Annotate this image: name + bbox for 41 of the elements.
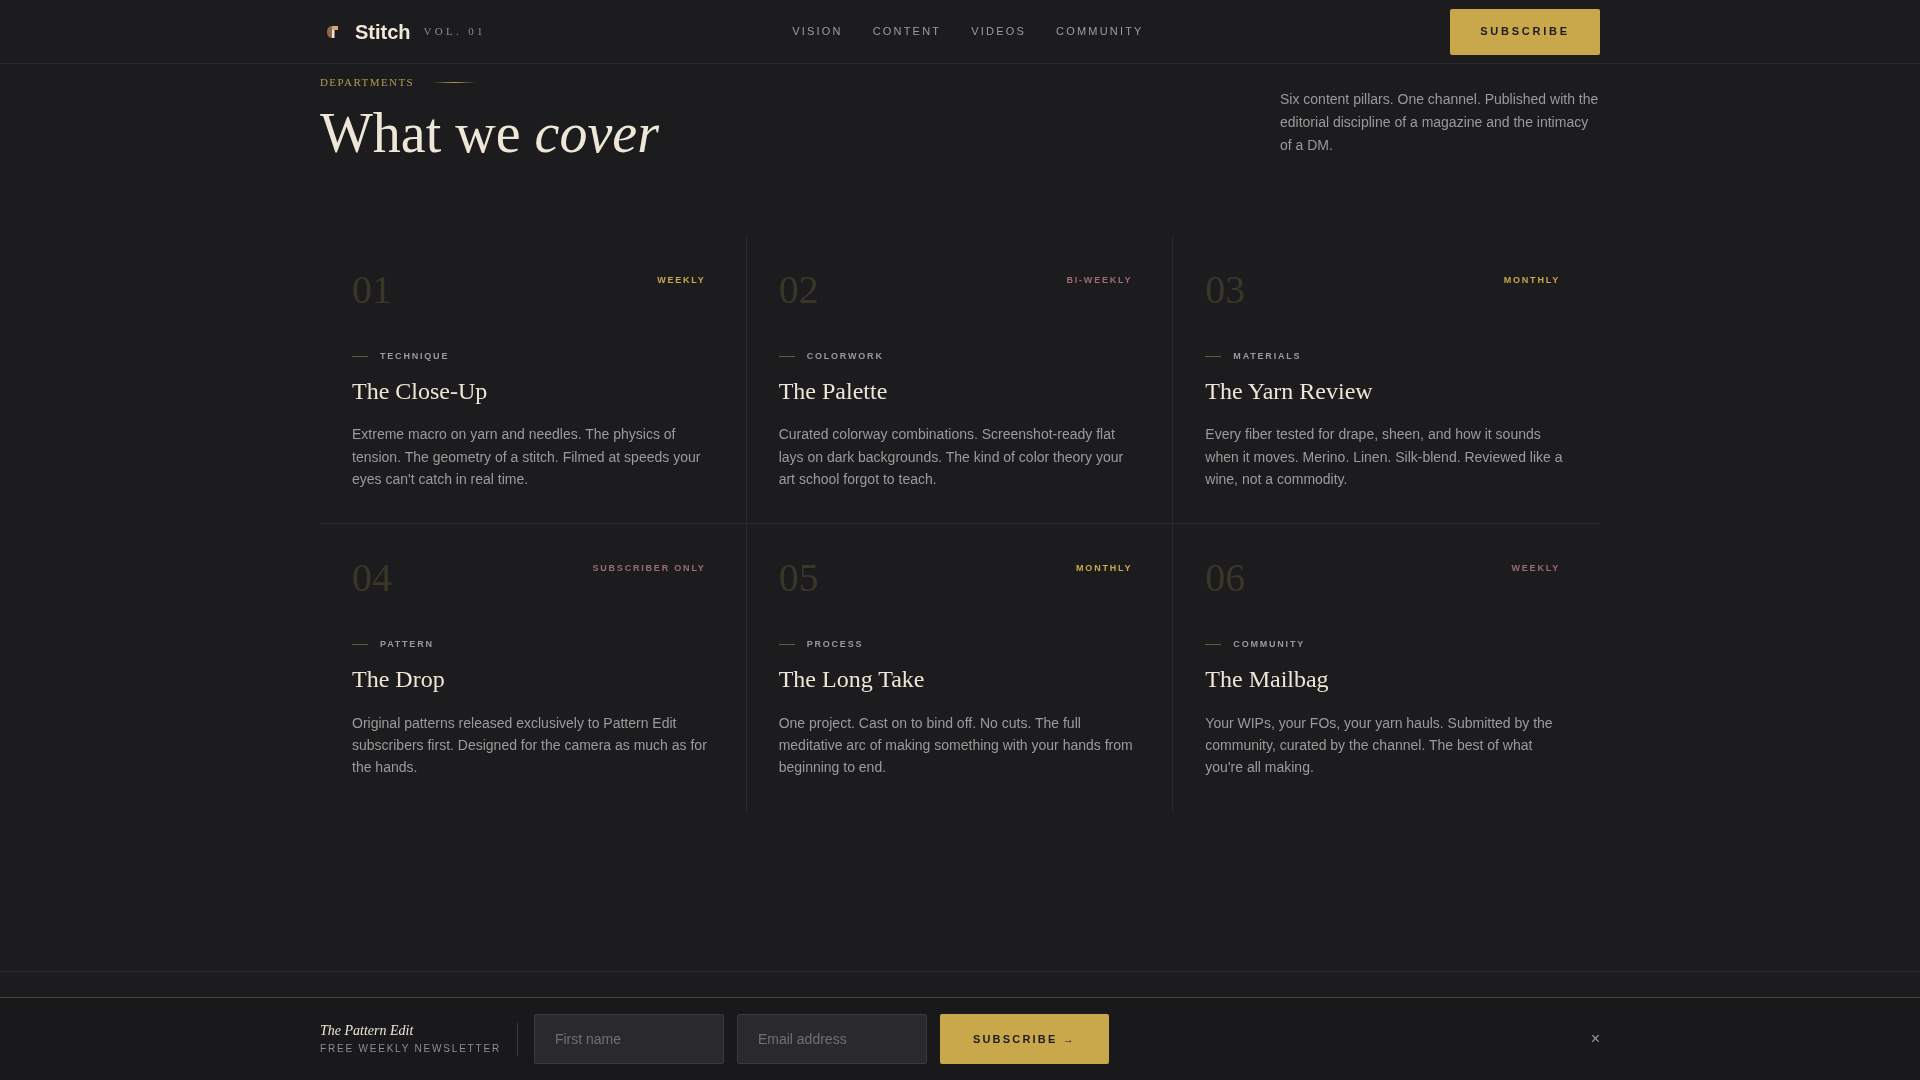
- department-description: Original patterns released exclusively to Pattern Edit subscribers first. Designed for the camera as much as for the hands.: [352, 713, 708, 778]
- department-title: The Close-Up: [352, 377, 489, 406]
- department-title: The Palette: [778, 377, 889, 406]
- department-title: The Drop: [352, 665, 446, 695]
- section-eyebrow: DEPARTMENTS: [320, 75, 415, 90]
- department-title: The Long Take: [778, 665, 926, 695]
- department-description: Every fiber tested for drape, sheen, and how it sounds when it moves. Merino. Linen. Silk-blend. Reviewed like a wine, not a commodity.: [1205, 425, 1564, 489]
- category-label: COLORWORK: [806, 350, 884, 363]
- close-button[interactable]: ×: [1590, 1031, 1600, 1047]
- nav-link[interactable]: COMMUNITY: [1056, 26, 1144, 37]
- newsletter-subtitle: FREE WEEKLY NEWSLETTER: [320, 1042, 501, 1056]
- department-description: Extreme macro on yarn and needles. The physics of tension. The geometry of a stitch. Filmed at speeds your eyes can't catch in real time.: [352, 425, 702, 489]
- category-label: TECHNIQUE: [380, 350, 450, 363]
- category-label: PROCESS: [806, 638, 864, 652]
- subscribe-button[interactable]: SUBSCRIBE →: [939, 1014, 1109, 1064]
- department-description: One project. Cast on to bind off. No cuts. The full meditative arc of making something with your hands from beginning to end.: [778, 713, 1134, 778]
- section-description: Six content pillars. One channel. Published with the editorial discipline of a magazine and the intimacy of a DM.: [1280, 90, 1600, 155]
- nav-link[interactable]: CONTENT: [872, 26, 942, 37]
- frequency-label: MONTHLY: [1076, 562, 1133, 576]
- input-field[interactable]: Email address: [736, 1014, 927, 1064]
- department-title: The Yarn Review: [1205, 377, 1374, 406]
- department-title: The Mailbag: [1205, 665, 1330, 695]
- frequency-label: BI-WEEKLY: [1066, 274, 1133, 287]
- section-heading: What we cover: [320, 105, 659, 161]
- frequency-label: WEEKLY: [1511, 562, 1560, 576]
- department-description: Curated colorway combinations. Screenshot-ready flat lays on dark backgrounds. The kind of color theory your art school forgot to teach.: [778, 425, 1125, 489]
- frequency-label: SUBSCRIBER ONLY: [592, 562, 706, 576]
- category-label: MATERIALS: [1233, 350, 1302, 363]
- volume-label: VOL. 01: [423, 24, 486, 40]
- department-description: Your WIPs, your FOs, your yarn hauls. Submitted by the community, curated by the channel. The best of what you're all making.: [1205, 713, 1554, 778]
- nav-link[interactable]: VISION: [792, 26, 843, 37]
- subscribe-button[interactable]: SUBSCRIBE: [1450, 8, 1600, 55]
- newsletter-title: The Pattern Edit: [320, 1022, 415, 1040]
- input-field[interactable]: First name: [533, 1014, 724, 1064]
- brand-name: Stitch: [355, 21, 411, 42]
- nav-link[interactable]: VIDEOS: [971, 26, 1026, 37]
- logo-icon: [327, 24, 338, 39]
- frequency-label: WEEKLY: [657, 274, 706, 287]
- frequency-label: MONTHLY: [1503, 274, 1560, 287]
- category-label: PATTERN: [380, 638, 434, 652]
- category-label: COMMUNITY: [1233, 638, 1306, 652]
